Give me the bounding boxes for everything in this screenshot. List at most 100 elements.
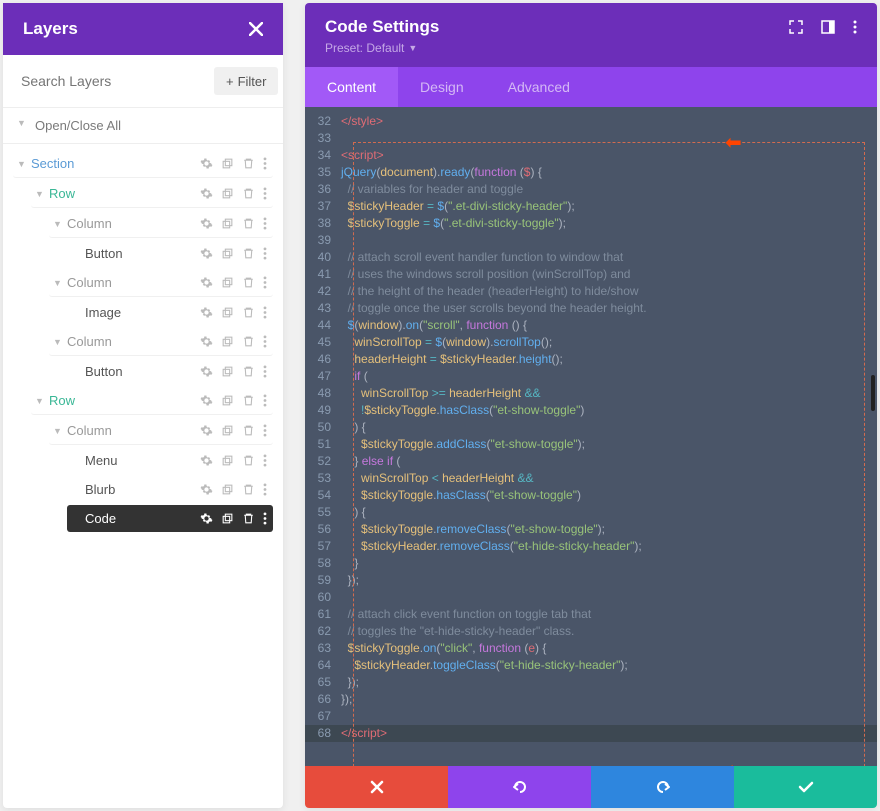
gear-icon[interactable]	[198, 306, 215, 319]
tree-item-column[interactable]: ▼Column	[49, 417, 273, 445]
tree-item-menu[interactable]: Menu	[67, 447, 273, 474]
tab-advanced[interactable]: Advanced	[486, 67, 592, 107]
code-line[interactable]: 32</style>	[305, 113, 877, 130]
code-line[interactable]: 45 winScrollTop = $(window).scrollTop();	[305, 334, 877, 351]
code-line[interactable]: 68</script>	[305, 725, 877, 742]
tree-item-row[interactable]: ▼Row	[31, 387, 273, 415]
gear-icon[interactable]	[198, 157, 215, 170]
code-line[interactable]: 54 $stickyToggle.hasClass("et-show-toggl…	[305, 487, 877, 504]
code-line[interactable]: 44 $(window).on("scroll", function () {	[305, 317, 877, 334]
tab-design[interactable]: Design	[398, 67, 486, 107]
scrollbar-thumb[interactable]	[871, 375, 875, 411]
more-icon[interactable]	[261, 512, 269, 525]
expand-icon[interactable]	[789, 20, 803, 34]
more-icon[interactable]	[261, 217, 269, 230]
trash-icon[interactable]	[240, 424, 257, 437]
save-button[interactable]	[734, 766, 877, 808]
duplicate-icon[interactable]	[219, 365, 236, 378]
more-icon[interactable]	[261, 424, 269, 437]
code-line[interactable]: 49 !$stickyToggle.hasClass("et-show-togg…	[305, 402, 877, 419]
search-input[interactable]	[17, 67, 206, 95]
dock-icon[interactable]	[821, 20, 835, 34]
trash-icon[interactable]	[240, 335, 257, 348]
code-line[interactable]: 63 $stickyToggle.on("click", function (e…	[305, 640, 877, 657]
cancel-button[interactable]	[305, 766, 448, 808]
more-icon[interactable]	[261, 276, 269, 289]
tree-item-column[interactable]: ▼Column	[49, 269, 273, 297]
code-line[interactable]: 35jQuery(document).ready(function ($) {	[305, 164, 877, 181]
trash-icon[interactable]	[240, 306, 257, 319]
code-line[interactable]: 57 $stickyHeader.removeClass("et-hide-st…	[305, 538, 877, 555]
more-icon[interactable]	[261, 187, 269, 200]
gear-icon[interactable]	[198, 187, 215, 200]
filter-button[interactable]: + Filter	[214, 67, 278, 95]
gear-icon[interactable]	[198, 424, 215, 437]
more-icon[interactable]	[853, 20, 857, 34]
duplicate-icon[interactable]	[219, 335, 236, 348]
tree-item-button[interactable]: Button	[67, 240, 273, 267]
tree-item-button[interactable]: Button	[67, 358, 273, 385]
code-line[interactable]: 40 // attach scroll event handler functi…	[305, 249, 877, 266]
trash-icon[interactable]	[240, 217, 257, 230]
code-line[interactable]: 50 ) {	[305, 419, 877, 436]
tree-item-row[interactable]: ▼Row	[31, 180, 273, 208]
gear-icon[interactable]	[198, 276, 215, 289]
undo-button[interactable]	[448, 766, 591, 808]
code-line[interactable]: 56 $stickyToggle.removeClass("et-show-to…	[305, 521, 877, 538]
duplicate-icon[interactable]	[219, 157, 236, 170]
tree-item-image[interactable]: Image	[67, 299, 273, 326]
trash-icon[interactable]	[240, 187, 257, 200]
code-line[interactable]: 62 // toggles the "et-hide-sticky-header…	[305, 623, 877, 640]
code-line[interactable]: 67	[305, 708, 877, 725]
open-close-all[interactable]: ▼ Open/Close All	[3, 108, 283, 144]
code-line[interactable]: 52 } else if (	[305, 453, 877, 470]
code-line[interactable]: 38 $stickyToggle = $(".et-divi-sticky-to…	[305, 215, 877, 232]
code-line[interactable]: 34<script>	[305, 147, 877, 164]
code-line[interactable]: 48 winScrollTop >= headerHeight &&	[305, 385, 877, 402]
duplicate-icon[interactable]	[219, 483, 236, 496]
gear-icon[interactable]	[198, 394, 215, 407]
trash-icon[interactable]	[240, 483, 257, 496]
gear-icon[interactable]	[198, 247, 215, 260]
duplicate-icon[interactable]	[219, 187, 236, 200]
code-line[interactable]: 37 $stickyHeader = $(".et-divi-sticky-he…	[305, 198, 877, 215]
tree-item-section[interactable]: ▼Section	[13, 150, 273, 178]
gear-icon[interactable]	[198, 365, 215, 378]
code-line[interactable]: 53 winScrollTop < headerHeight &&	[305, 470, 877, 487]
duplicate-icon[interactable]	[219, 454, 236, 467]
code-line[interactable]: 64 $stickyHeader.toggleClass("et-hide-st…	[305, 657, 877, 674]
gear-icon[interactable]	[198, 483, 215, 496]
trash-icon[interactable]	[240, 276, 257, 289]
tree-item-column[interactable]: ▼Column	[49, 210, 273, 238]
code-line[interactable]: 36 // variables for header and toggle	[305, 181, 877, 198]
duplicate-icon[interactable]	[219, 247, 236, 260]
tab-content[interactable]: Content	[305, 67, 398, 107]
code-line[interactable]: 42 // the height of the header (headerHe…	[305, 283, 877, 300]
code-line[interactable]: 59 });	[305, 572, 877, 589]
trash-icon[interactable]	[240, 157, 257, 170]
trash-icon[interactable]	[240, 247, 257, 260]
duplicate-icon[interactable]	[219, 276, 236, 289]
duplicate-icon[interactable]	[219, 394, 236, 407]
gear-icon[interactable]	[198, 335, 215, 348]
code-line[interactable]: 60	[305, 589, 877, 606]
duplicate-icon[interactable]	[219, 217, 236, 230]
more-icon[interactable]	[261, 247, 269, 260]
code-line[interactable]: 46 headerHeight = $stickyHeader.height()…	[305, 351, 877, 368]
trash-icon[interactable]	[240, 394, 257, 407]
code-line[interactable]: 65 });	[305, 674, 877, 691]
more-icon[interactable]	[261, 306, 269, 319]
duplicate-icon[interactable]	[219, 512, 236, 525]
gear-icon[interactable]	[198, 512, 215, 525]
code-line[interactable]: 58 }	[305, 555, 877, 572]
more-icon[interactable]	[261, 483, 269, 496]
more-icon[interactable]	[261, 157, 269, 170]
tree-item-column[interactable]: ▼Column	[49, 328, 273, 356]
code-line[interactable]: 66});	[305, 691, 877, 708]
more-icon[interactable]	[261, 365, 269, 378]
code-line[interactable]: 61 // attach click event function on tog…	[305, 606, 877, 623]
trash-icon[interactable]	[240, 365, 257, 378]
close-icon[interactable]	[249, 22, 263, 36]
duplicate-icon[interactable]	[219, 306, 236, 319]
preset-selector[interactable]: Preset: Default ▼	[325, 41, 417, 55]
